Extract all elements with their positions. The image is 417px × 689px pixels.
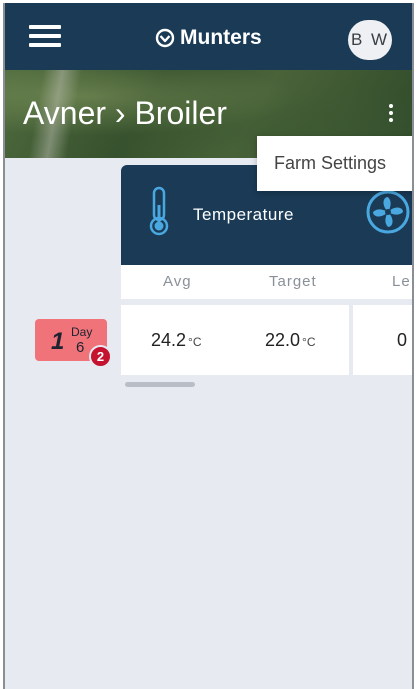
top-bar: Munters B W bbox=[5, 3, 412, 70]
sensor-card-scroller[interactable]: Temperature Avg Target Le 24.2 °C 22.0 °C … bbox=[121, 165, 412, 395]
menu-icon[interactable] bbox=[29, 25, 61, 49]
fan-icon bbox=[366, 190, 410, 234]
column-header-target: Target bbox=[269, 273, 317, 290]
value-avg: 24.2 °C bbox=[151, 330, 202, 350]
app-frame: Munters B W Avner › Broiler Farm Setting… bbox=[3, 3, 414, 689]
alarm-count-badge[interactable]: 2 bbox=[89, 345, 112, 368]
user-avatar[interactable]: B W bbox=[348, 20, 392, 60]
value-cell-level: 0 bbox=[353, 305, 412, 375]
day-label: Day bbox=[71, 325, 93, 339]
value-target: 22.0 °C bbox=[265, 330, 316, 350]
column-header-row: Avg Target Le bbox=[121, 265, 412, 299]
value-cell-group: 24.2 °C 22.0 °C bbox=[121, 305, 349, 375]
munters-logo-icon bbox=[155, 28, 175, 48]
breadcrumb-title: Avner › Broiler bbox=[23, 95, 227, 131]
column-header-avg: Avg bbox=[163, 273, 192, 290]
card-title: Temperature bbox=[193, 205, 294, 224]
menu-item-farm-settings[interactable]: Farm Settings bbox=[274, 153, 386, 174]
brand-logo: Munters bbox=[155, 25, 262, 51]
values-row: 24.2 °C 22.0 °C 0 bbox=[121, 305, 412, 375]
house-number: 1 bbox=[51, 328, 65, 355]
unit-target: °C bbox=[302, 335, 316, 349]
unit-avg: °C bbox=[188, 335, 202, 349]
more-options-icon[interactable] bbox=[387, 104, 395, 124]
thermometer-icon bbox=[149, 186, 169, 236]
value-level: 0 bbox=[397, 330, 408, 350]
brand-name: Munters bbox=[180, 26, 262, 49]
options-menu: Farm Settings bbox=[257, 136, 412, 191]
horizontal-scrollbar[interactable] bbox=[125, 382, 195, 387]
column-header-level: Le bbox=[392, 273, 411, 290]
day-value: 6 bbox=[76, 339, 85, 356]
